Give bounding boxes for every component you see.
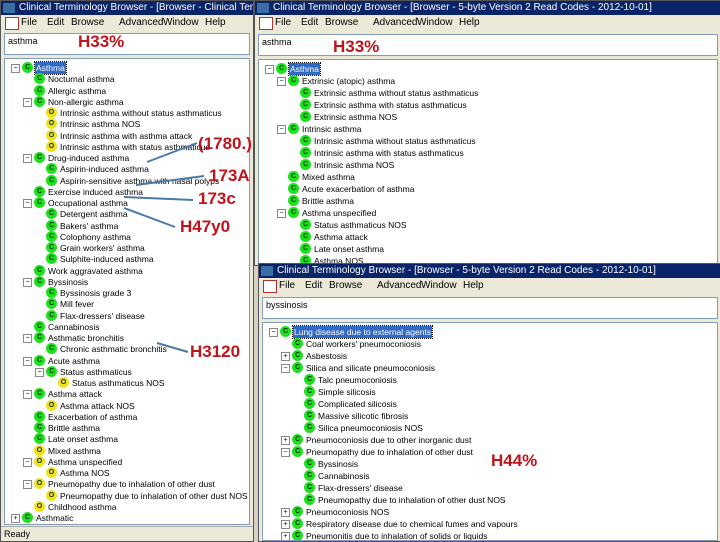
annotation-label: (1780.) — [198, 134, 252, 153]
annotation-label: 173A — [209, 166, 250, 185]
annotation-label: H47y0 — [180, 217, 231, 236]
annotation-label: H33% — [78, 32, 125, 51]
annotation-label: H33% — [333, 37, 380, 56]
annotation-label: H3120 — [190, 342, 241, 361]
arrow — [123, 207, 176, 228]
arrow — [156, 342, 189, 353]
arrow — [135, 175, 205, 186]
annotation-arrows — [123, 142, 205, 353]
arrow — [146, 142, 198, 163]
annotation-label: H44% — [491, 451, 538, 470]
arrow — [123, 196, 194, 201]
annotation-label: 173c — [198, 189, 236, 208]
